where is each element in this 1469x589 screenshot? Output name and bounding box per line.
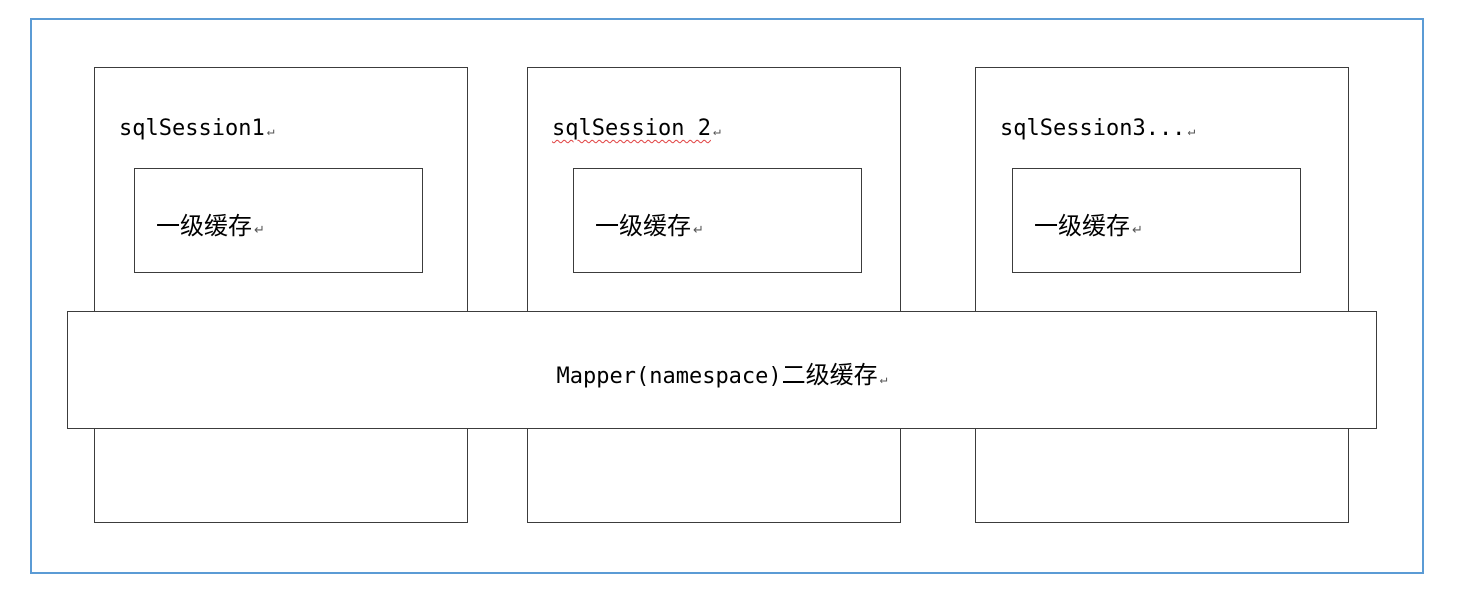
paragraph-mark-icon: ↵	[693, 223, 704, 238]
first-level-cache-box-1: 一级缓存 ↵	[134, 168, 423, 273]
session-box-2: sqlSession 2 ↵ 一级缓存 ↵	[527, 67, 901, 523]
cache-label-2: 一级缓存 ↵	[595, 212, 704, 245]
mapper-label-text: 二级缓存	[781, 361, 878, 389]
session-label-3: sqlSession3... ↵	[1000, 116, 1195, 145]
paragraph-mark-icon: ↵	[1187, 124, 1196, 139]
first-level-cache-box-2: 一级缓存 ↵	[573, 168, 862, 273]
first-level-cache-box-3: 一级缓存 ↵	[1012, 168, 1301, 273]
mapper-label-code: Mapper(namespace)	[556, 364, 782, 389]
paragraph-mark-icon: ↵	[254, 223, 265, 238]
session-label-text-1: sqlSession1	[119, 116, 265, 141]
cache-label-text-2: 一级缓存	[595, 212, 691, 240]
paragraph-mark-icon: ↵	[1132, 223, 1143, 238]
session-label-1: sqlSession1 ↵	[119, 116, 275, 145]
cache-label-1: 一级缓存 ↵	[156, 212, 265, 245]
session-label-text-2: sqlSession 2	[552, 116, 711, 141]
session-label-2: sqlSession 2 ↵	[552, 116, 721, 145]
mapper-second-level-cache-box: Mapper(namespace)二级缓存 ↵	[67, 311, 1377, 429]
cache-label-text-1: 一级缓存	[156, 212, 252, 240]
session-label-text-3: sqlSession3...	[1000, 116, 1186, 141]
cache-label-text-3: 一级缓存	[1034, 212, 1130, 240]
paragraph-mark-icon: ↵	[712, 124, 721, 139]
session-box-3: sqlSession3... ↵ 一级缓存 ↵	[975, 67, 1349, 523]
mapper-label: Mapper(namespace)二级缓存 ↵	[68, 361, 1376, 394]
session-box-1: sqlSession1 ↵ 一级缓存 ↵	[94, 67, 468, 523]
cache-label-3: 一级缓存 ↵	[1034, 212, 1143, 245]
paragraph-mark-icon: ↵	[266, 124, 275, 139]
paragraph-mark-icon: ↵	[879, 372, 888, 387]
